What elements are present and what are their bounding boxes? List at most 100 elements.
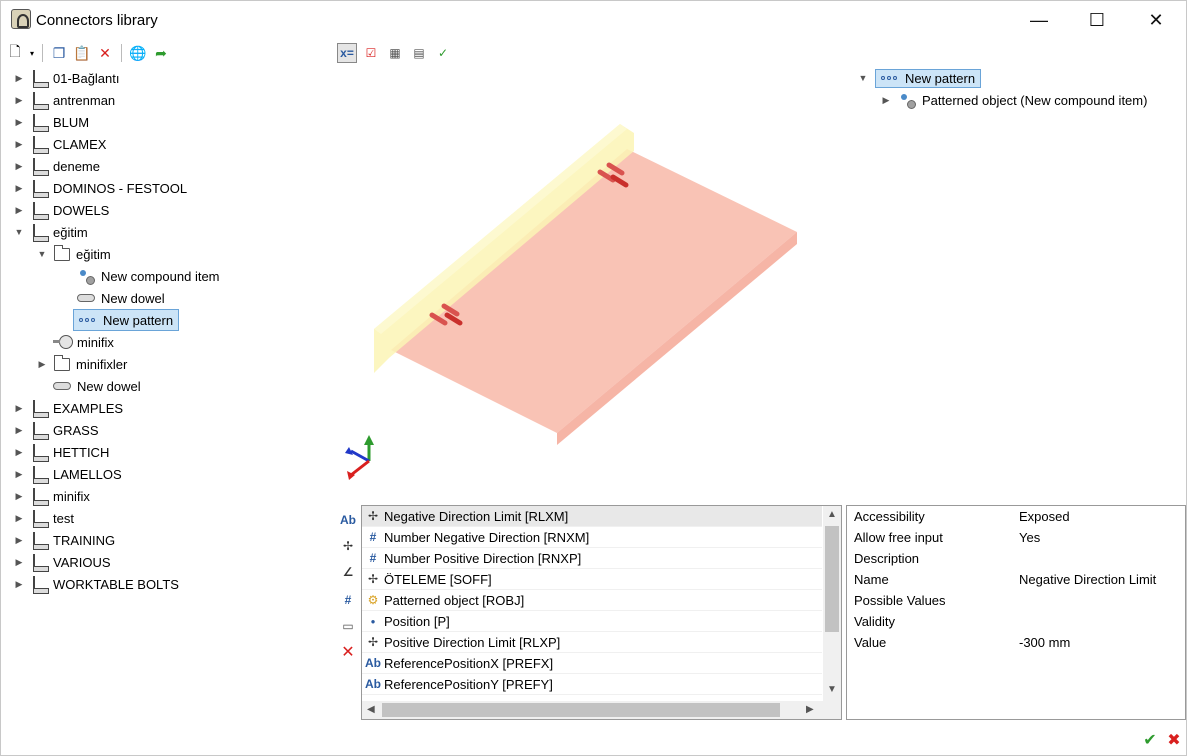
tree-item[interactable]: ▶ WORKTABLE BOLTS — [13, 573, 179, 595]
horizontal-scroll-thumb[interactable] — [382, 703, 780, 717]
expand-chevron-icon[interactable]: ▶ — [13, 160, 25, 172]
horizontal-scrollbar[interactable]: ◀ ▶ — [362, 701, 841, 719]
tree-item[interactable]: ▶ DOMINOS - FESTOOL — [13, 177, 187, 199]
tree-item[interactable]: ▶ minifix — [13, 485, 90, 507]
collapse-chevron-icon[interactable]: ▼ — [857, 72, 869, 84]
tree-item[interactable]: ▶ LAMELLOS — [13, 463, 122, 485]
scroll-left-icon[interactable]: ◀ — [367, 704, 375, 715]
property-row[interactable]: ● Position [P] — [362, 611, 822, 632]
detail-row[interactable]: Value -300 mm — [847, 632, 1185, 653]
tree-item[interactable]: ▶ antrenman — [13, 89, 115, 111]
dowel-property-icon[interactable]: ▭ — [339, 617, 357, 635]
tree-item[interactable]: New compound item — [77, 265, 220, 287]
expand-chevron-icon[interactable]: ▶ — [13, 204, 25, 216]
calculator-icon[interactable]: ▦ — [385, 43, 405, 63]
3d-viewport[interactable] — [337, 67, 843, 503]
layout-view-icon[interactable]: ▤ — [409, 43, 429, 63]
detail-value[interactable]: Yes — [1019, 530, 1040, 545]
close-button[interactable]: ✕ — [1127, 1, 1185, 39]
export-icon[interactable]: ➦ — [151, 43, 171, 63]
tree-item[interactable]: ▶ TRAINING — [13, 529, 115, 551]
tree-item[interactable]: ▶ VARIOUS — [13, 551, 111, 573]
detail-value[interactable]: Negative Direction Limit — [1019, 572, 1156, 587]
tree-item[interactable]: ▶ DOWELS — [13, 199, 109, 221]
expand-chevron-icon[interactable]: ▶ — [13, 490, 25, 502]
paste-icon[interactable]: 📋 — [72, 43, 92, 63]
expand-chevron-icon[interactable]: ▶ — [13, 72, 25, 84]
property-row[interactable]: ✢ ÖTELEME [SOFF] — [362, 569, 822, 590]
collapse-chevron-icon[interactable]: ▼ — [36, 248, 48, 260]
detail-row[interactable]: Allow free input Yes — [847, 527, 1185, 548]
number-property-icon[interactable]: # — [339, 591, 357, 609]
delete-property-icon[interactable]: ✕ — [339, 643, 357, 661]
tree-item[interactable]: ▶ CLAMEX — [13, 133, 106, 155]
collapse-chevron-icon[interactable]: ▼ — [13, 226, 25, 238]
expand-chevron-icon[interactable]: ▶ — [13, 468, 25, 480]
tree-item[interactable]: ▶ minifixler — [36, 353, 127, 375]
property-row[interactable]: # Number Positive Direction [RNXP] — [362, 548, 822, 569]
detail-row[interactable]: Description — [847, 548, 1185, 569]
pattern-tree-child[interactable]: ▶ Patterned object (New compound item) — [880, 89, 1147, 111]
tree-item[interactable]: minifix — [53, 331, 114, 353]
tree-item-selected[interactable]: New pattern — [73, 309, 180, 331]
property-row[interactable]: Ab ReferencePositionX [PREFX] — [362, 653, 822, 674]
scroll-right-icon[interactable]: ▶ — [806, 704, 814, 715]
tree-item[interactable]: ▶ BLUM — [13, 111, 89, 133]
tree-item[interactable]: ▼ eğitim — [13, 221, 88, 243]
expand-chevron-icon[interactable]: ▶ — [13, 94, 25, 106]
expand-chevron-icon[interactable]: ▶ — [13, 578, 25, 590]
pattern-tree-root[interactable]: ▼ New pattern — [857, 67, 982, 89]
expand-chevron-icon[interactable]: ▶ — [13, 138, 25, 150]
vertical-scrollbar[interactable]: ▲ ▼ — [823, 506, 841, 702]
minimize-button[interactable]: — — [1010, 1, 1068, 39]
scroll-down-icon[interactable]: ▼ — [827, 684, 837, 695]
tree-item[interactable]: ▶ test — [13, 507, 74, 529]
copy-icon[interactable]: ❐ — [49, 43, 69, 63]
pattern-root-selected[interactable]: New pattern — [875, 68, 982, 88]
variables-view-icon[interactable]: x= — [337, 43, 357, 63]
tree-item[interactable]: ▶ HETTICH — [13, 441, 109, 463]
text-property-icon[interactable]: Ab — [339, 511, 357, 529]
tree-item[interactable]: ▶ deneme — [13, 155, 100, 177]
expand-chevron-icon[interactable]: ▶ — [13, 402, 25, 414]
check-view-icon[interactable]: ☑ — [361, 43, 381, 63]
property-row[interactable]: # Number Negative Direction [RNXM] — [362, 527, 822, 548]
property-row-selected[interactable]: ✢ Negative Direction Limit [RLXM] — [362, 506, 822, 527]
scroll-up-icon[interactable]: ▲ — [827, 509, 837, 520]
tree-item[interactable]: ▼ eğitim — [36, 243, 111, 265]
expand-chevron-icon[interactable]: ▶ — [13, 182, 25, 194]
expand-chevron-icon[interactable]: ▶ — [13, 512, 25, 524]
detail-row[interactable]: Accessibility Exposed — [847, 506, 1185, 527]
property-row[interactable]: ✢ Positive Direction Limit [RLXP] — [362, 632, 822, 653]
detail-row[interactable]: Name Negative Direction Limit — [847, 569, 1185, 590]
detail-value[interactable]: -300 mm — [1019, 635, 1070, 650]
vertical-scroll-thumb[interactable] — [825, 526, 839, 632]
maximize-button[interactable]: ☐ — [1068, 1, 1126, 39]
cancel-button[interactable]: ✖ — [1165, 731, 1183, 749]
tree-item[interactable]: ▶ GRASS — [13, 419, 99, 441]
detail-row[interactable]: Possible Values — [847, 590, 1185, 611]
detail-row[interactable]: Validity — [847, 611, 1185, 632]
new-item-icon[interactable]: 🗋 — [5, 43, 25, 63]
tree-item[interactable]: New dowel — [77, 287, 165, 309]
expand-chevron-icon[interactable]: ▶ — [36, 358, 48, 370]
tree-item[interactable]: New dowel — [53, 375, 141, 397]
tree-item[interactable]: ▶ EXAMPLES — [13, 397, 123, 419]
ok-button[interactable]: ✔ — [1141, 731, 1159, 749]
expand-chevron-icon[interactable]: ▶ — [13, 116, 25, 128]
validate-view-icon[interactable]: ✓ — [433, 43, 453, 63]
expand-chevron-icon[interactable]: ▶ — [13, 534, 25, 546]
globe-icon[interactable]: 🌐 — [128, 43, 148, 63]
detail-value[interactable]: Exposed — [1019, 509, 1070, 524]
property-row[interactable]: ⚙ Patterned object [ROBJ] — [362, 590, 822, 611]
tree-item[interactable]: ▶ 01-Bağlantı — [13, 67, 120, 89]
property-row[interactable]: Ab ReferencePositionY [PREFY] — [362, 674, 822, 695]
expand-chevron-icon[interactable]: ▶ — [13, 556, 25, 568]
expand-chevron-icon[interactable]: ▶ — [13, 446, 25, 458]
new-dropdown-chevron-icon[interactable]: ▾ — [28, 43, 36, 63]
angle-property-icon[interactable]: ∠ — [339, 563, 357, 581]
expand-chevron-icon[interactable]: ▶ — [13, 424, 25, 436]
limit-property-icon[interactable]: ✢ — [339, 537, 357, 555]
expand-chevron-icon[interactable]: ▶ — [880, 94, 892, 106]
delete-icon[interactable]: ✕ — [95, 43, 115, 63]
